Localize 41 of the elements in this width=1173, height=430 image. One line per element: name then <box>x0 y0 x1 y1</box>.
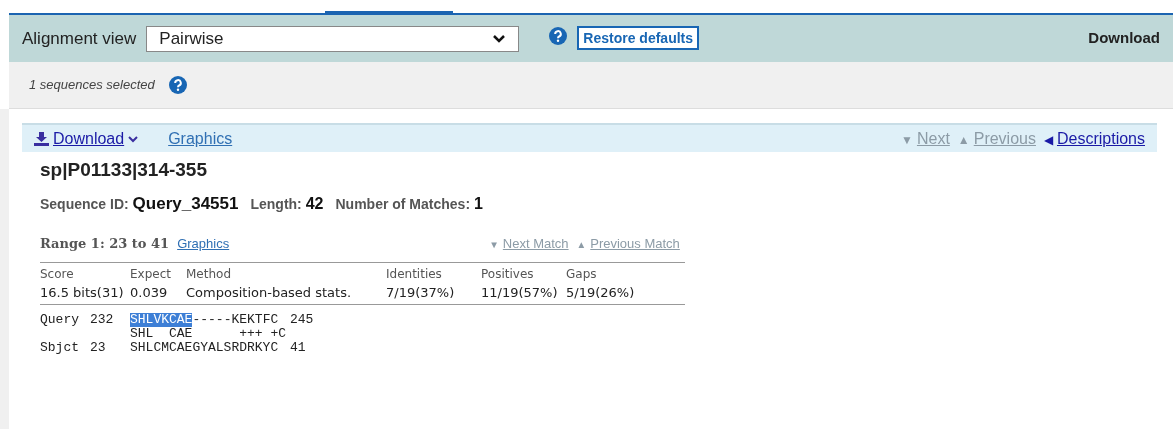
table-cell-text: 0.039 <box>130 283 169 302</box>
column-header: Identities <box>386 265 443 283</box>
chevron-down-icon <box>492 33 507 44</box>
sequence-meta: Number of Matches: 1 <box>335 193 483 214</box>
column-header: Expect <box>130 265 172 283</box>
download-icon <box>34 131 49 146</box>
link[interactable]: ◀ Descriptions <box>1043 126 1145 151</box>
graphics-link[interactable]: Graphics <box>177 234 230 254</box>
help-icon[interactable] <box>549 26 568 45</box>
alignment-label: Sbjct <box>40 340 79 355</box>
view-label: Alignment view <box>22 27 137 50</box>
sequence-meta: Sequence ID: Query_34551 <box>40 192 239 215</box>
selection-count: 1 sequences selected <box>29 76 155 95</box>
range-label: Range 1: 23 to 41 <box>40 235 170 253</box>
table-cell-text: 16.5 bits(31) <box>40 283 125 302</box>
alignment-label: Query <box>40 312 79 327</box>
help-icon[interactable] <box>168 76 187 94</box>
sequence-text: SHL CAE +++ +C <box>130 327 287 341</box>
sequence-text: SHLCMCAEGYALSRDRKYC <box>130 341 279 355</box>
chevron-down-icon <box>128 134 139 143</box>
column-header: Gaps <box>566 265 598 283</box>
table-cell-text: 7/19(37%) <box>386 283 456 302</box>
sequence-meta: Length: 42 <box>250 193 324 214</box>
table-cell-text: Composition-based stats. <box>186 283 353 302</box>
alignment-position: 23 <box>90 340 106 355</box>
alignment-position: 41 <box>290 341 306 355</box>
alignment-position: 245 <box>290 313 314 327</box>
sequence-text: SHLVKCAE <box>130 313 193 327</box>
restore-button[interactable]: Restore defaults <box>577 25 700 50</box>
table-cell-text: 5/19(26%) <box>566 283 636 302</box>
view-select[interactable]: Pairwise <box>146 25 520 52</box>
download-menu[interactable]: Download <box>34 126 139 151</box>
download-link[interactable]: Download <box>1088 27 1160 50</box>
sequence-title: sp|P01133|314-355 <box>40 158 208 182</box>
sequence-text: -----KEKTFC <box>192 313 279 327</box>
table-cell-text: 11/19(57%) <box>481 283 559 302</box>
graphics-link[interactable]: Graphics <box>168 126 233 151</box>
column-header: Score <box>40 265 75 283</box>
alignment-position: 232 <box>90 312 114 327</box>
column-header: Method <box>186 265 232 283</box>
column-header: Positives <box>481 265 535 283</box>
